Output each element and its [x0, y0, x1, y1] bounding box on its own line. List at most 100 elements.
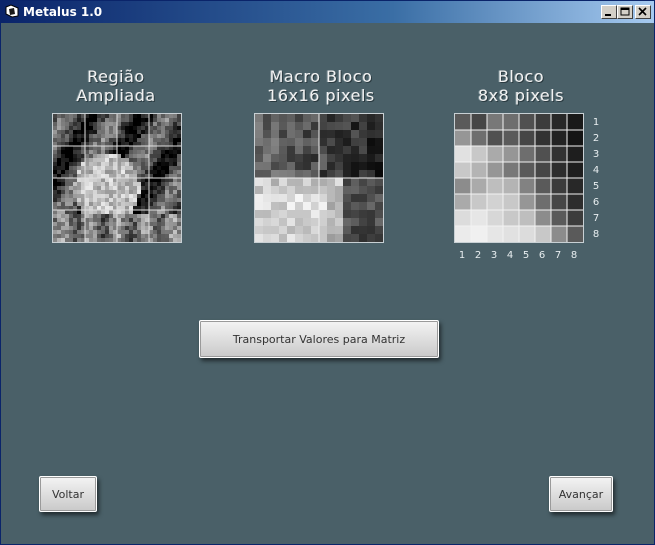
block-cell	[551, 130, 567, 146]
block-cell	[567, 226, 583, 242]
close-icon	[638, 7, 647, 16]
block-cell	[455, 194, 471, 210]
block-cell	[471, 226, 487, 242]
block-cell	[503, 130, 519, 146]
block-cell	[503, 210, 519, 226]
col-label: 5	[522, 250, 530, 261]
block-cell	[551, 194, 567, 210]
regiao-caption: Região Ampliada	[51, 67, 181, 105]
title-bar[interactable]: Metalus 1.0	[1, 1, 654, 23]
block-cell	[487, 194, 503, 210]
block-cell	[455, 146, 471, 162]
block-cell	[455, 114, 471, 130]
block-cell	[535, 146, 551, 162]
block-cell	[551, 178, 567, 194]
block-cell	[519, 130, 535, 146]
bloco-matrix	[454, 113, 584, 243]
bloco-caption-line1: Bloco	[497, 67, 545, 86]
app-window: Metalus 1.0 Região Ampliada Macro Bloco …	[0, 0, 655, 545]
block-cell	[535, 226, 551, 242]
block-cell	[535, 178, 551, 194]
minimize-icon	[605, 14, 611, 16]
block-cell	[519, 194, 535, 210]
block-cell	[471, 114, 487, 130]
block-cell	[471, 146, 487, 162]
block-cell	[519, 162, 535, 178]
block-cell	[567, 130, 583, 146]
block-cell	[535, 162, 551, 178]
block-cell	[487, 226, 503, 242]
regiao-caption-line1: Região	[87, 67, 145, 86]
block-cell	[535, 194, 551, 210]
block-cell	[519, 178, 535, 194]
block-cell	[535, 210, 551, 226]
col-label: 6	[538, 250, 546, 261]
row-label: 6	[592, 197, 600, 208]
macro-caption-line1: Macro Bloco	[269, 67, 373, 86]
regiao-ampliada-image	[52, 113, 182, 243]
block-cell	[551, 146, 567, 162]
row-label: 8	[592, 229, 600, 240]
block-cell	[487, 162, 503, 178]
row-label: 2	[592, 133, 600, 144]
block-cell	[519, 114, 535, 130]
col-label: 1	[458, 250, 466, 261]
block-cell	[503, 162, 519, 178]
next-button[interactable]: Avançar	[549, 476, 613, 512]
block-cell	[455, 162, 471, 178]
block-cell	[567, 178, 583, 194]
block-cell	[487, 178, 503, 194]
maximize-button[interactable]	[617, 5, 633, 19]
maximize-icon	[620, 7, 630, 16]
block-cell	[567, 210, 583, 226]
block-cell	[551, 162, 567, 178]
back-label: Voltar	[51, 487, 85, 501]
col-label: 3	[490, 250, 498, 261]
block-cell	[455, 226, 471, 242]
macro-bloco-image	[254, 113, 384, 243]
client-area: Região Ampliada Macro Bloco 16x16 pixels…	[1, 23, 654, 544]
block-cell	[551, 226, 567, 242]
col-label: 4	[506, 250, 514, 261]
block-cell	[503, 226, 519, 242]
macro-caption-line2: 16x16 pixels	[267, 86, 375, 105]
block-cell	[471, 210, 487, 226]
block-cell	[487, 210, 503, 226]
row-label: 3	[592, 149, 600, 160]
block-cell	[503, 114, 519, 130]
col-label: 7	[554, 250, 562, 261]
app-icon	[5, 4, 19, 18]
block-cell	[455, 130, 471, 146]
block-cell	[567, 162, 583, 178]
block-cell	[535, 114, 551, 130]
block-cell	[503, 146, 519, 162]
next-label: Avançar	[558, 487, 604, 501]
back-button[interactable]: Voltar	[39, 476, 97, 512]
close-button[interactable]	[635, 5, 651, 19]
block-cell	[519, 226, 535, 242]
block-cell	[551, 114, 567, 130]
row-label: 1	[592, 117, 600, 128]
block-cell	[503, 194, 519, 210]
block-cell	[487, 146, 503, 162]
row-label: 4	[592, 165, 600, 176]
macro-caption: Macro Bloco 16x16 pixels	[241, 67, 401, 105]
col-label: 2	[474, 250, 482, 261]
transport-values-button[interactable]: Transportar Valores para Matriz	[199, 320, 439, 358]
block-cell	[551, 210, 567, 226]
block-cell	[471, 162, 487, 178]
block-cell	[567, 114, 583, 130]
block-cell	[487, 114, 503, 130]
regiao-caption-line2: Ampliada	[76, 86, 156, 105]
block-cell	[535, 130, 551, 146]
block-cell	[487, 130, 503, 146]
block-cell	[567, 146, 583, 162]
block-cell	[519, 210, 535, 226]
block-cell	[503, 178, 519, 194]
row-label: 7	[592, 213, 600, 224]
transport-values-label: Transportar Valores para Matriz	[232, 332, 406, 346]
row-label: 5	[592, 181, 600, 192]
bloco-caption: Bloco 8x8 pixels	[451, 67, 591, 105]
bloco-caption-line2: 8x8 pixels	[477, 86, 565, 105]
minimize-button[interactable]	[601, 5, 617, 19]
